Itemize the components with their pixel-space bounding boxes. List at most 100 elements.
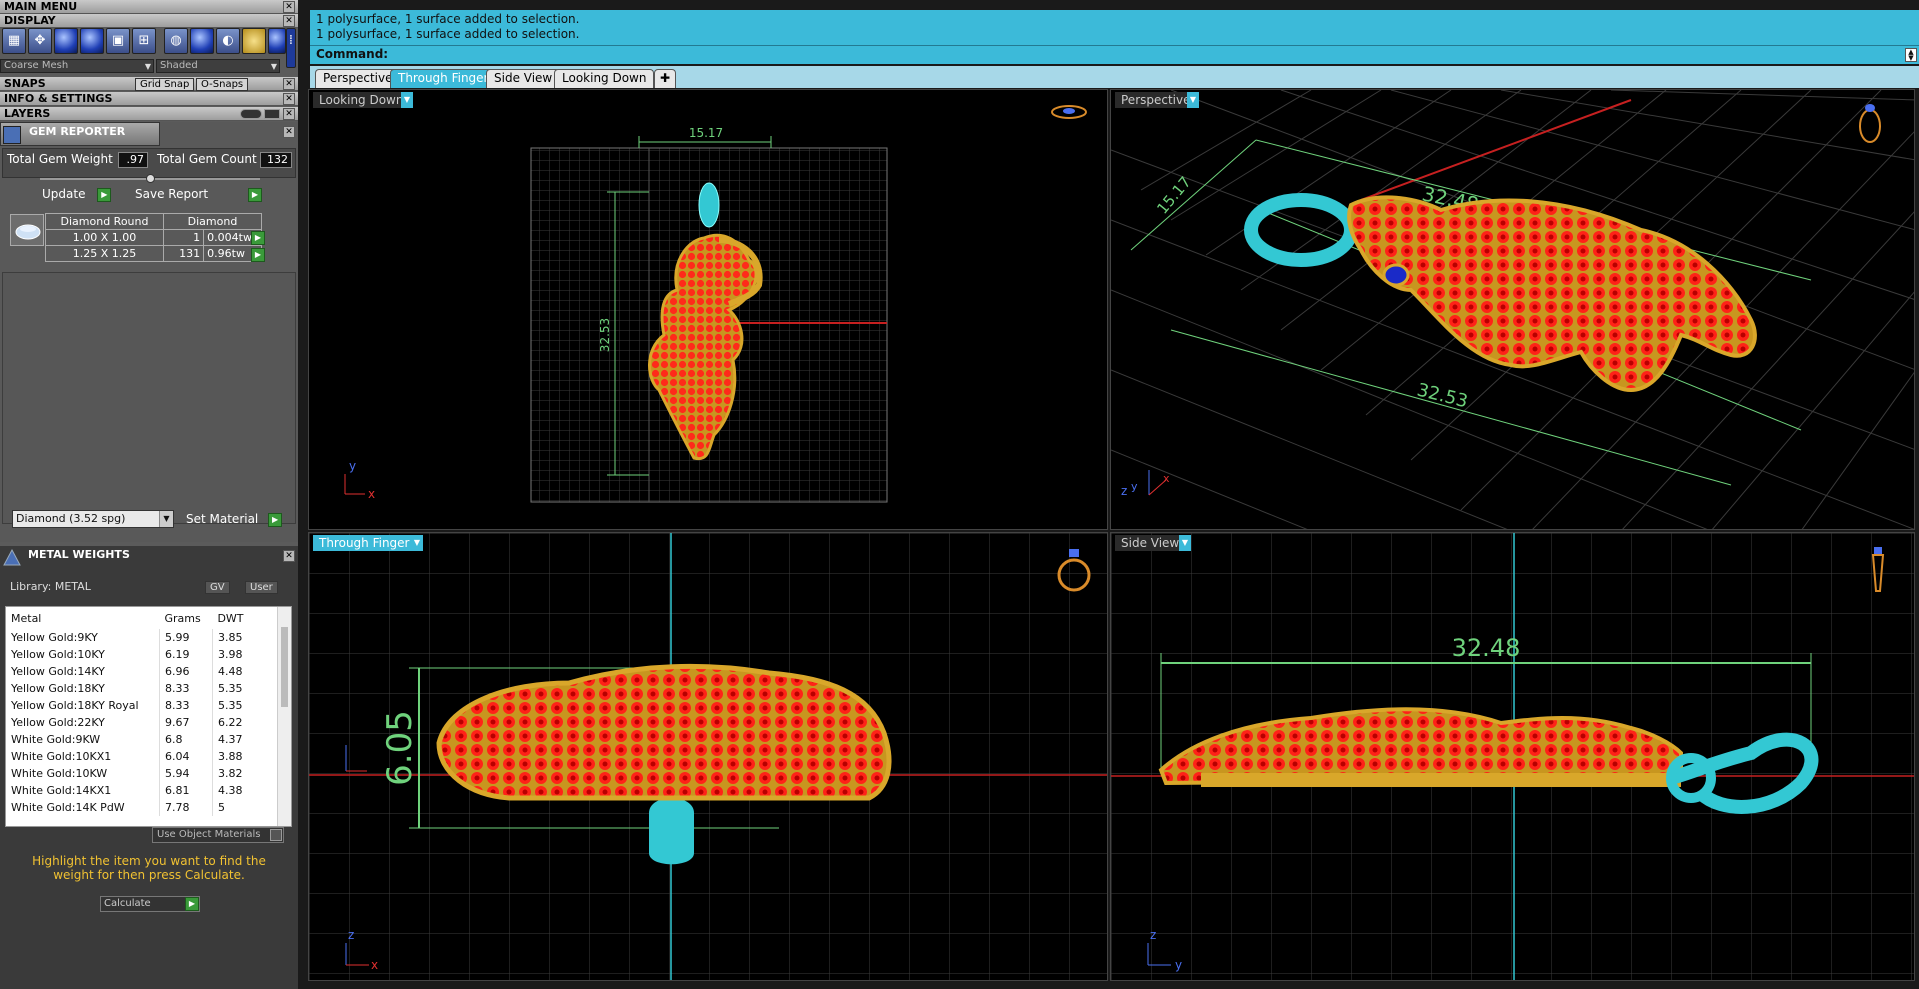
metal-name-cell: Yellow Gold:10KY xyxy=(11,648,105,661)
grams-cell: 5.94 xyxy=(159,765,213,782)
use-object-materials-toggle[interactable]: Use Object Materials xyxy=(152,827,284,843)
metal-name-cell: Yellow Gold:18KY Royal xyxy=(11,699,139,712)
viewport-canvas: 15.17 32.48 32.53 z y x xyxy=(1111,90,1914,529)
set-material-button[interactable]: Set Material ▶ xyxy=(186,511,283,528)
tab-looking-down[interactable]: Looking Down xyxy=(554,69,655,88)
tab-perspective[interactable]: Perspective xyxy=(315,69,401,88)
gem-reporter-icon xyxy=(3,126,21,144)
gem-row[interactable]: 1.00 X 1.00 1 0.004tw xyxy=(45,229,262,246)
chevron-down-icon[interactable]: ▼ xyxy=(1179,535,1191,551)
table-row[interactable]: White Gold:14K PdW 7.78 5 xyxy=(6,799,276,816)
close-icon[interactable]: ✕ xyxy=(283,15,295,27)
grams-cell: 8.33 xyxy=(159,697,213,714)
frame-icon[interactable]: ⊞ xyxy=(132,28,156,54)
sphere-shaded-icon[interactable] xyxy=(54,28,78,54)
display-expand-icon[interactable]: ⁞ xyxy=(286,28,296,68)
gem-table-header-shape: Diamond Round xyxy=(45,213,164,230)
calculate-button[interactable]: Calculate ▶ xyxy=(100,896,200,912)
table-row[interactable]: Yellow Gold:18KY Royal 8.33 5.35 xyxy=(6,697,276,714)
table-row[interactable]: White Gold:10KW 5.94 3.82 xyxy=(6,765,276,782)
scrollbar-thumb[interactable] xyxy=(281,627,288,707)
chevron-down-icon[interactable]: ▼ xyxy=(411,535,423,551)
table-row[interactable]: Yellow Gold:22KY 9.67 6.22 xyxy=(6,714,276,731)
snaps-header[interactable]: SNAPS Grid Snap O-Snaps ✕ xyxy=(0,77,298,91)
chrome-sphere-icon[interactable] xyxy=(268,28,286,54)
layer-eye-icon[interactable] xyxy=(240,109,262,119)
material-select[interactable]: Diamond (3.52 spg) ▼ xyxy=(12,510,174,528)
info-settings-header[interactable]: INFO & SETTINGS ✕ xyxy=(0,92,298,106)
layers-header[interactable]: LAYERS ✕ xyxy=(0,107,298,121)
xray-sphere-icon[interactable]: ◐ xyxy=(216,28,240,54)
grams-cell: 8.33 xyxy=(159,680,213,697)
close-icon[interactable]: ✕ xyxy=(283,108,295,120)
column-header-metal[interactable]: Metal xyxy=(6,607,160,629)
gem-reporter-title: GEM REPORTER xyxy=(29,125,126,138)
viewport-looking-down[interactable]: 15.17 32.53 y x Looking Down ▼ xyxy=(308,89,1108,530)
dwt-cell: 4.38 xyxy=(211,782,276,799)
gold-sphere-icon[interactable] xyxy=(242,28,266,54)
user-toggle[interactable]: User xyxy=(245,580,278,594)
monitor-icon[interactable]: ▣ xyxy=(106,28,130,54)
o-snaps-label: O-Snaps xyxy=(196,78,249,91)
command-input[interactable]: Command: ▲ ▼ xyxy=(310,45,1919,63)
sphere-render-icon[interactable] xyxy=(80,28,104,54)
viewport-title[interactable]: Side View xyxy=(1115,535,1186,551)
viewport-title[interactable]: Perspective xyxy=(1115,92,1197,108)
snap-icon[interactable]: ✥ xyxy=(28,28,52,54)
metal-table-scrollbar[interactable] xyxy=(277,607,291,826)
table-row[interactable]: Yellow Gold:9KY 5.99 3.85 xyxy=(6,629,276,646)
set-material-label: Set Material xyxy=(186,512,259,526)
column-header-grams[interactable]: Grams xyxy=(160,607,213,629)
display-header[interactable]: DISPLAY ✕ xyxy=(0,14,298,28)
table-row[interactable]: Yellow Gold:10KY 6.19 3.98 xyxy=(6,646,276,663)
table-row[interactable]: White Gold:9KW 6.8 4.37 xyxy=(6,731,276,748)
grams-cell: 6.04 xyxy=(159,748,213,765)
viewport-side-view[interactable]: 32.48 z y Side View ▼ xyxy=(1110,532,1915,981)
close-icon[interactable]: ✕ xyxy=(283,93,295,105)
grams-cell: 9.67 xyxy=(159,714,213,731)
chevron-down-icon[interactable]: ▼ xyxy=(401,92,413,108)
metal-name-cell: Yellow Gold:14KY xyxy=(11,665,105,678)
gem-count: 1 xyxy=(162,229,205,246)
o-snaps-toggle[interactable]: O-Snaps xyxy=(196,77,249,91)
save-report-button[interactable]: Save Report ▶ xyxy=(135,186,262,203)
table-row[interactable]: White Gold:14KX1 6.81 4.38 xyxy=(6,782,276,799)
table-row[interactable]: Yellow Gold:18KY 8.33 5.35 xyxy=(6,680,276,697)
command-scroll-icon[interactable]: ▲ ▼ xyxy=(1905,48,1917,62)
gv-toggle[interactable]: GV xyxy=(205,580,230,594)
viewport-title[interactable]: Through Finger xyxy=(313,535,416,551)
main-menu-header[interactable]: MAIN MENU ✕ xyxy=(0,0,298,14)
play-arrow-icon[interactable]: ▶ xyxy=(251,248,265,262)
viewport-title[interactable]: Looking Down xyxy=(313,92,410,108)
tab-side-view[interactable]: Side View xyxy=(486,69,561,88)
mesh-select-value: Coarse Mesh xyxy=(4,60,69,71)
grid-view-icon[interactable]: ▦ xyxy=(2,28,26,54)
play-arrow-icon[interactable]: ▶ xyxy=(251,231,265,245)
shade-select[interactable]: Shaded ▼ xyxy=(156,59,280,73)
grid-snap-toggle[interactable]: Grid Snap xyxy=(135,77,195,91)
gem-row[interactable]: 1.25 X 1.25 131 0.96tw xyxy=(45,245,262,262)
smooth-sphere-icon[interactable] xyxy=(190,28,214,54)
tab-label: Side View xyxy=(494,71,553,85)
table-row[interactable]: Yellow Gold:14KY 6.96 4.48 xyxy=(6,663,276,680)
close-icon[interactable]: ✕ xyxy=(283,126,295,138)
viewport-through-finger[interactable]: 6.05 z x Through Finger ▼ xyxy=(308,532,1108,981)
column-header-dwt[interactable]: DWT xyxy=(212,607,276,629)
metal-name-cell: White Gold:10KX1 xyxy=(11,750,112,763)
update-label: Update xyxy=(42,187,86,201)
close-icon[interactable]: ✕ xyxy=(283,78,295,90)
tab-through-finger[interactable]: Through Finger xyxy=(390,69,497,88)
table-row[interactable]: White Gold:10KX1 6.04 3.88 xyxy=(6,748,276,765)
close-icon[interactable]: ✕ xyxy=(283,550,295,562)
close-icon[interactable]: ✕ xyxy=(283,1,295,13)
layer-link-icon[interactable] xyxy=(264,109,280,119)
axis-x-label: x xyxy=(368,487,375,501)
viewport-perspective[interactable]: 15.17 32.48 32.53 z y x Perspective ▼ xyxy=(1110,89,1915,530)
add-tab-button[interactable]: ✚ xyxy=(654,69,677,88)
gem-count: 131 xyxy=(162,245,205,262)
update-button[interactable]: Update ▶ xyxy=(42,186,112,203)
mesh-select[interactable]: Coarse Mesh ▼ xyxy=(0,59,154,73)
wireframe-sphere-icon[interactable]: ◍ xyxy=(164,28,188,54)
gem-slider-thumb[interactable] xyxy=(146,174,155,183)
chevron-down-icon[interactable]: ▼ xyxy=(1187,92,1199,108)
